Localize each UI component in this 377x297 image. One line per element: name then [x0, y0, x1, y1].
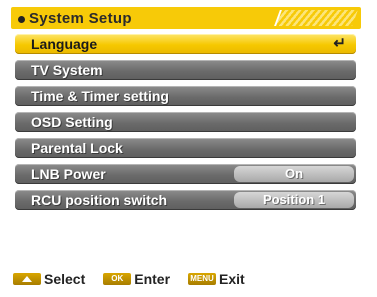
menu-key-icon: MENU	[188, 273, 217, 285]
system-setup-screen: System Setup Language ↵ TV System Time &…	[0, 0, 377, 297]
menu-item-lnb-power[interactable]: LNB Power On	[15, 164, 356, 184]
menu-item-label: TV System	[31, 62, 103, 78]
settings-menu: Language ↵ TV System Time & Timer settin…	[15, 34, 356, 216]
menu-item-label: Parental Lock	[31, 140, 123, 156]
menu-item-rcu-position[interactable]: RCU position switch Position 1	[15, 190, 356, 210]
menu-item-label: Time & Timer setting	[31, 88, 169, 104]
menu-item-language[interactable]: Language ↵	[15, 34, 356, 54]
lnb-power-value[interactable]: On	[234, 166, 354, 182]
ok-key-icon: OK	[103, 273, 132, 285]
page-title: System Setup	[29, 10, 132, 27]
menu-item-parental-lock[interactable]: Parental Lock	[15, 138, 356, 158]
menu-item-label: RCU position switch	[31, 192, 168, 208]
menu-item-label: Language	[31, 36, 98, 52]
bullet-icon	[18, 16, 25, 23]
menu-item-osd-setting[interactable]: OSD Setting	[15, 112, 356, 132]
ok-key-text: OK	[111, 274, 124, 283]
enter-icon: ↵	[333, 35, 346, 52]
header-bar: System Setup	[11, 7, 361, 29]
menu-item-label: LNB Power	[31, 166, 106, 182]
exit-hint-label: Exit	[219, 271, 245, 287]
header-decoration	[274, 10, 358, 26]
key-hints-footer: Select OK Enter MENU Exit	[13, 270, 263, 288]
enter-hint-label: Enter	[134, 271, 171, 287]
menu-item-tv-system[interactable]: TV System	[15, 60, 356, 80]
menu-item-time-timer[interactable]: Time & Timer setting	[15, 86, 356, 106]
menu-item-label: OSD Setting	[31, 114, 113, 130]
select-hint-label: Select	[44, 271, 86, 287]
up-down-key-icon	[13, 273, 41, 285]
menu-key-text: MENU	[190, 274, 214, 283]
rcu-position-value[interactable]: Position 1	[234, 192, 354, 208]
